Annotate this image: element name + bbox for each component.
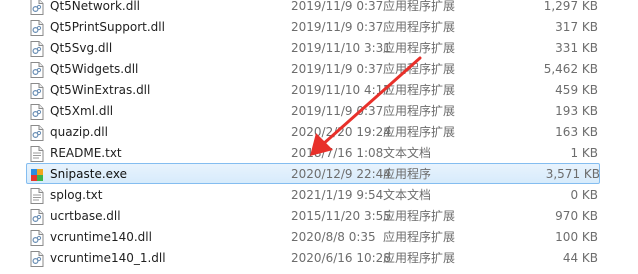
file-type: 应用程序扩展 (383, 20, 456, 34)
file-modified-date: 2018/7/16 1:08 (291, 146, 384, 160)
file-modified-date: 2019/11/10 3:31 (291, 41, 391, 55)
dll-file-icon (30, 251, 44, 267)
file-name: quazip.dll (50, 125, 108, 139)
file-size: 317 KB (555, 20, 598, 34)
dll-file-icon (30, 209, 44, 225)
file-modified-date: 2020/2/20 19:24 (291, 125, 391, 139)
file-name: vcruntime140.dll (50, 230, 152, 244)
file-size: 459 KB (555, 83, 598, 97)
snipaste-app-icon (30, 167, 44, 183)
file-size: 163 KB (555, 125, 598, 139)
file-modified-date: 2019/11/10 4:17 (291, 83, 391, 97)
file-name: splog.txt (50, 188, 103, 202)
file-type: 应用程序扩展 (383, 104, 456, 118)
file-modified-date: 2019/11/9 0:37 (291, 20, 384, 34)
file-size: 44 KB (562, 251, 598, 265)
file-type: 文本文档 (383, 188, 432, 202)
file-modified-date: 2015/11/20 3:55 (291, 209, 391, 223)
file-name: Qt5WinExtras.dll (50, 83, 151, 97)
file-name: Qt5Svg.dll (50, 41, 113, 55)
file-name: Qt5Xml.dll (50, 104, 114, 118)
file-row[interactable]: ucrtbase.dll 2015/11/20 3:55 应用程序扩展 970 KB (0, 205, 638, 226)
dll-file-icon (30, 125, 44, 141)
file-name: vcruntime140_1.dll (50, 251, 166, 265)
file-size: 1,297 KB (543, 0, 598, 13)
text-file-icon (30, 146, 44, 162)
dll-file-icon (30, 62, 44, 78)
file-name: README.txt (50, 146, 122, 160)
file-type: 应用程序扩展 (383, 62, 456, 76)
file-size: 100 KB (555, 230, 598, 244)
file-row[interactable]: vcruntime140_1.dll 2020/6/16 10:28 应用程序扩展 4… (0, 247, 638, 268)
dll-file-icon (30, 20, 44, 36)
file-type: 应用程序扩展 (383, 0, 456, 13)
dll-file-icon (30, 104, 44, 120)
dll-file-icon (30, 230, 44, 246)
file-name: Snipaste.exe (50, 167, 127, 181)
dll-file-icon (30, 83, 44, 99)
file-size: 331 KB (555, 41, 598, 55)
file-type: 应用程序扩展 (383, 209, 456, 223)
file-modified-date: 2019/11/9 0:37 (291, 104, 384, 118)
file-row[interactable]: vcruntime140.dll 2020/8/8 0:35 应用程序扩展 100 K… (0, 226, 638, 247)
dll-file-icon (30, 41, 44, 57)
file-size: 1 KB (570, 146, 598, 160)
file-row[interactable]: Snipaste.exe 2020/12/9 22:44 应用程序 3,571 KB (26, 163, 600, 184)
file-modified-date: 2021/1/19 9:54 (291, 188, 384, 202)
file-name: ucrtbase.dll (50, 209, 121, 223)
file-name: Qt5Network.dll (50, 0, 140, 13)
file-row[interactable]: Qt5Network.dll 2019/11/9 0:37 应用程序扩展 1,297 … (0, 0, 638, 16)
file-modified-date: 2020/12/9 22:44 (291, 167, 391, 181)
file-row[interactable]: README.txt 2018/7/16 1:08 文本文档 1 KB (0, 142, 638, 163)
file-type: 应用程序扩展 (383, 251, 456, 265)
file-type: 应用程序扩展 (383, 125, 456, 139)
file-type: 应用程序扩展 (383, 41, 456, 55)
file-row[interactable]: Qt5Svg.dll 2019/11/10 3:31 应用程序扩展 331 KB (0, 37, 638, 58)
file-modified-date: 2019/11/9 0:37 (291, 0, 384, 13)
file-size: 970 KB (555, 209, 598, 223)
file-type: 应用程序 (383, 167, 432, 181)
file-size: 3,571 KB (545, 167, 600, 181)
file-type: 文本文档 (383, 146, 432, 160)
file-row[interactable]: splog.txt 2021/1/19 9:54 文本文档 0 KB (0, 184, 638, 205)
file-type: 应用程序扩展 (383, 83, 456, 97)
file-modified-date: 2020/8/8 0:35 (291, 230, 376, 244)
file-modified-date: 2019/11/9 0:37 (291, 62, 384, 76)
file-name: Qt5Widgets.dll (50, 62, 139, 76)
file-type: 应用程序扩展 (383, 230, 456, 244)
file-row[interactable]: Qt5Widgets.dll 2019/11/9 0:37 应用程序扩展 5,462 … (0, 58, 638, 79)
dll-file-icon (30, 0, 44, 15)
file-size: 5,462 KB (543, 62, 598, 76)
file-size: 0 KB (570, 188, 598, 202)
file-name: Qt5PrintSupport.dll (50, 20, 165, 34)
file-list: Qt5Network.dll 2019/11/9 0:37 应用程序扩展 1,297 … (0, 0, 638, 268)
file-modified-date: 2020/6/16 10:28 (291, 251, 391, 265)
text-file-icon (30, 188, 44, 204)
file-row[interactable]: quazip.dll 2020/2/20 19:24 应用程序扩展 163 KB (0, 121, 638, 142)
file-row[interactable]: Qt5PrintSupport.dll 2019/11/9 0:37 应用程序扩展 3… (0, 16, 638, 37)
file-row[interactable]: Qt5Xml.dll 2019/11/9 0:37 应用程序扩展 193 KB (0, 100, 638, 121)
file-size: 193 KB (555, 104, 598, 118)
file-row[interactable]: Qt5WinExtras.dll 2019/11/10 4:17 应用程序扩展 459… (0, 79, 638, 100)
